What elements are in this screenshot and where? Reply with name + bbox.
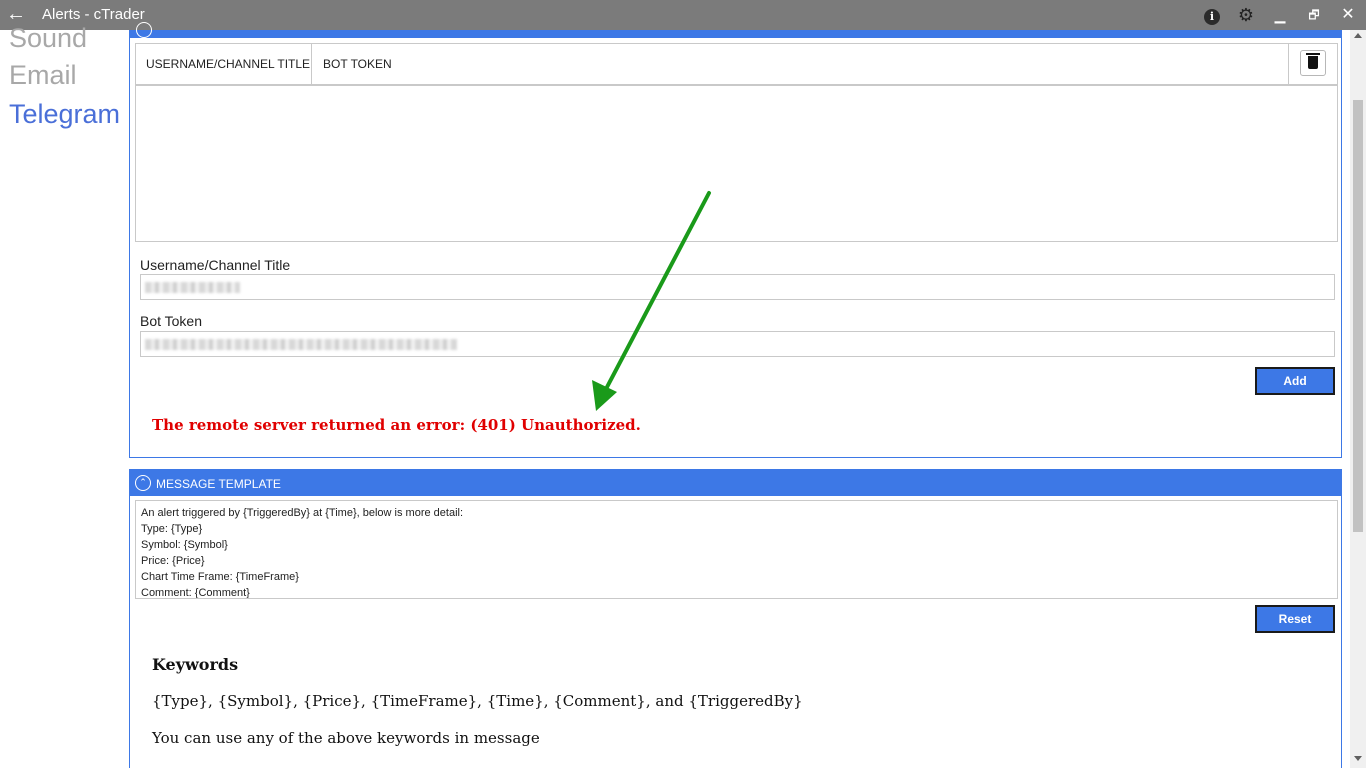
template-line: Price: {Price} [141, 555, 205, 567]
info-icon[interactable]: i [1202, 5, 1222, 25]
trash-icon [1308, 56, 1318, 69]
bot-token-label: Bot Token [140, 313, 203, 329]
conversations-panel: USERNAME/CHANNEL TITLE BOT TOKEN Usernam… [129, 22, 1342, 458]
add-button[interactable]: Add [1255, 367, 1335, 395]
reset-button[interactable]: Reset [1255, 605, 1335, 633]
close-button[interactable]: ✕ [1338, 5, 1358, 25]
minimize-button[interactable]: ▁ [1270, 5, 1290, 25]
chevron-up-icon[interactable]: ⌃ [135, 475, 151, 491]
username-label: Username/Channel Title [140, 257, 291, 273]
error-message: The remote server returned an error: (40… [152, 416, 641, 434]
username-input[interactable] [140, 274, 1335, 300]
redacted-value [145, 339, 457, 350]
scroll-thumb[interactable] [1353, 100, 1363, 532]
column-header-bot-token[interactable]: BOT TOKEN [323, 44, 392, 84]
collapse-icon[interactable] [136, 22, 152, 38]
trash-icon-lid [1306, 53, 1320, 55]
sidebar-item-sound[interactable]: Sound [9, 20, 87, 50]
column-divider [1288, 44, 1289, 84]
template-line: Symbol: {Symbol} [141, 539, 228, 551]
conversations-table: USERNAME/CHANNEL TITLE BOT TOKEN [135, 43, 1338, 242]
keywords-note: You can use any of the above keywords in… [152, 729, 540, 747]
conversations-panel-header[interactable] [130, 22, 1341, 38]
template-line: An alert triggered by {TriggeredBy} at {… [141, 507, 464, 519]
message-template-title: MESSAGE TEMPLATE [156, 477, 281, 491]
delete-button[interactable] [1300, 50, 1326, 76]
sidebar-item-email[interactable]: Email [9, 60, 77, 91]
gear-icon[interactable]: ⚙ [1236, 5, 1256, 25]
scroll-down-icon[interactable] [1354, 756, 1362, 761]
title-bar: ← Alerts - cTrader i ⚙ ▁ 🗗 ✕ [0, 0, 1366, 30]
template-line: Type: {Type} [141, 523, 203, 535]
vertical-scrollbar[interactable] [1350, 30, 1366, 768]
template-line: Chart Time Frame: {TimeFrame} [141, 571, 299, 583]
scroll-up-icon[interactable] [1354, 33, 1362, 38]
maximize-button[interactable]: 🗗 [1304, 5, 1324, 25]
bot-token-input[interactable] [140, 331, 1335, 357]
sidebar-item-telegram[interactable]: Telegram [9, 99, 120, 130]
redacted-value [145, 282, 240, 293]
message-template-header[interactable]: ⌃ MESSAGE TEMPLATE [130, 470, 1341, 496]
template-line: Comment: {Comment} [141, 587, 250, 599]
column-header-username[interactable]: USERNAME/CHANNEL TITLE [136, 44, 312, 84]
message-template-textarea[interactable]: An alert triggered by {TriggeredBy} at {… [135, 500, 1338, 599]
keywords-list: {Type}, {Symbol}, {Price}, {TimeFrame}, … [152, 692, 803, 710]
message-template-panel: ⌃ MESSAGE TEMPLATE An alert triggered by… [129, 469, 1342, 768]
keywords-title: Keywords [152, 655, 239, 674]
table-header: USERNAME/CHANNEL TITLE BOT TOKEN [136, 44, 1337, 86]
